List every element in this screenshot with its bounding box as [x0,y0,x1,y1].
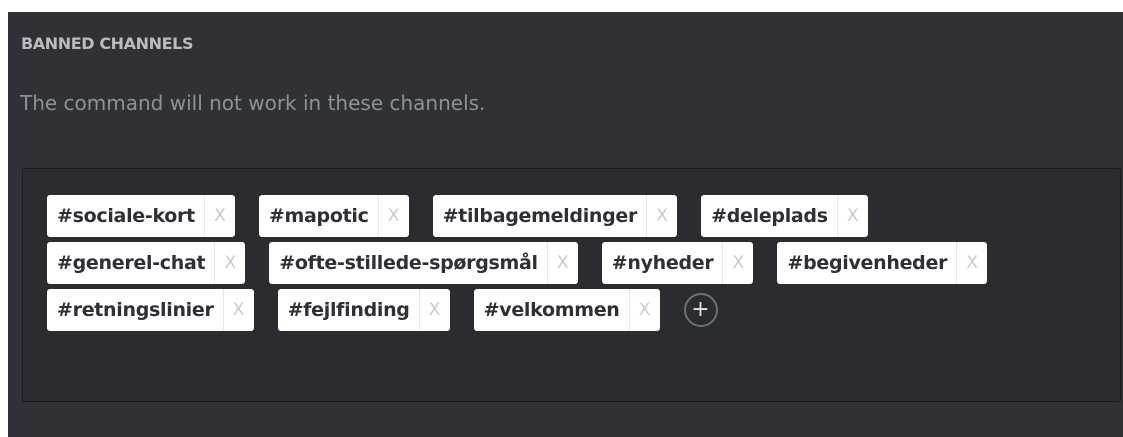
channel-tag-ofte-stillede-spoergsmaal: #ofte-stillede-spørgsmål X [269,242,578,284]
tag-row: #generel-chat X #ofte-stillede-spørgsmål… [47,242,1120,284]
channel-tag-label: #nyheder [611,252,714,274]
remove-channel-button[interactable]: X [628,289,660,331]
channel-tag-sociale-kort: #sociale-kort X [47,195,235,237]
tag-row: #retningslinier X #fejlfinding X #velkom… [47,289,1120,331]
channel-tag-label: #ofte-stillede-spørgsmål [279,252,538,274]
remove-channel-button[interactable]: X [646,195,677,237]
channel-tag-generel-chat: #generel-chat X [47,242,246,284]
section-title: BANNED CHANNELS [21,34,194,53]
channel-tag-deleplads: #deleplads X [701,195,868,237]
tag-row: #sociale-kort X #mapotic X #tilbagemeldi… [47,195,1120,237]
channel-tag-tilbagemeldinger: #tilbagemeldinger X [432,195,678,237]
channel-tag-label: #fejlfinding [287,299,410,321]
channel-tag-fejlfinding: #fejlfinding X [277,289,450,331]
channel-list: #sociale-kort X #mapotic X #tilbagemeldi… [22,168,1121,402]
add-channel-button[interactable]: + [683,293,718,327]
remove-channel-button[interactable]: X [377,195,409,237]
channel-tag-label: #mapotic [268,205,369,227]
channel-tag-label: #sociale-kort [57,205,195,227]
channel-tag-label: #velkommen [483,299,620,321]
channel-tag-mapotic: #mapotic X [258,195,409,237]
plus-icon: + [691,297,710,322]
remove-channel-button[interactable]: X [418,289,450,331]
channel-tag-retningslinier: #retningslinier X [47,289,254,331]
channel-tag-nyheder: #nyheder X [601,242,754,284]
channel-tag-label: #tilbagemeldinger [442,205,638,227]
remove-channel-button[interactable]: X [956,242,987,284]
channel-tag-label: #retningslinier [57,299,214,321]
section-description: The command will not work in these chann… [20,91,486,115]
channel-tag-label: #generel-chat [57,252,206,274]
remove-channel-button[interactable]: X [222,289,254,331]
channel-tag-label: #deleplads [711,205,828,227]
remove-channel-button[interactable]: X [836,195,868,237]
remove-channel-button[interactable]: X [722,242,753,284]
remove-channel-button[interactable]: X [546,242,578,284]
remove-channel-button[interactable]: X [203,195,235,237]
channel-tag-velkommen: #velkommen X [473,289,660,331]
banned-channels-panel: BANNED CHANNELS The command will not wor… [8,12,1123,437]
channel-tag-label: #begivenheder [787,252,948,274]
channel-tag-begivenheder: #begivenheder X [777,242,988,284]
remove-channel-button[interactable]: X [214,242,245,284]
